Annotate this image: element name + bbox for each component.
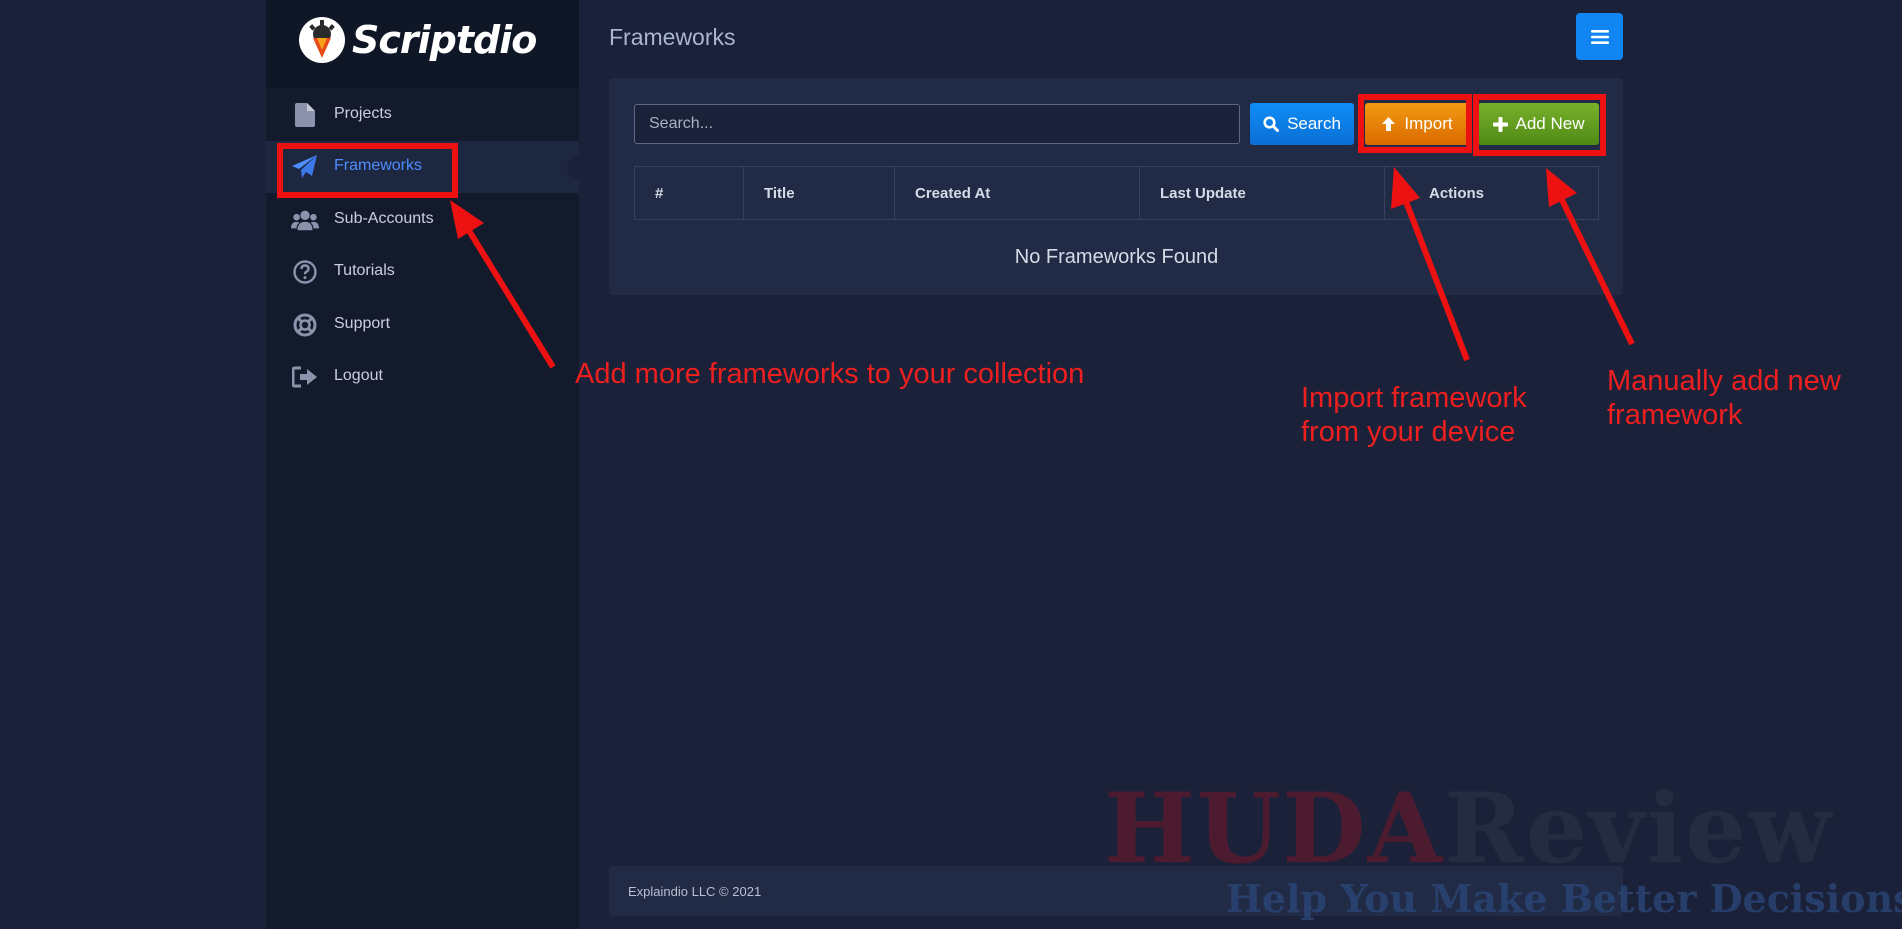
highlight-add-new: [1473, 94, 1606, 156]
search-icon: [1263, 116, 1280, 132]
annotation-add-line-2: framework: [1607, 399, 1743, 431]
highlight-frameworks: [277, 143, 458, 198]
users-icon: [291, 207, 319, 233]
file-icon: [291, 102, 319, 128]
sidebar-item-label: Tutorials: [334, 262, 395, 279]
menu-toggle-button[interactable]: [1576, 13, 1623, 60]
column-header-last-update[interactable]: Last Update: [1140, 167, 1385, 219]
annotation-add-note: Manually add new framework: [1607, 364, 1841, 432]
watermark-brand-part2: Review: [1444, 772, 1833, 885]
left-gutter: [0, 0, 266, 929]
annotation-add-line-1: Manually add new: [1607, 365, 1841, 397]
column-header-created-at[interactable]: Created At: [895, 167, 1140, 219]
table-header: # Title Created At Last Update Actions: [634, 166, 1599, 220]
annotation-sidebar-note: Add more frameworks to your collection: [575, 358, 1085, 390]
footer-copyright: Explaindio LLC © 2021: [628, 884, 762, 899]
brand-name: Scriptdio: [352, 18, 537, 62]
sidebar-item-sub-accounts[interactable]: Sub-Accounts: [266, 194, 579, 246]
sidebar-item-label: Sub-Accounts: [334, 210, 434, 227]
annotation-import-line-2: from your device: [1301, 416, 1516, 448]
watermark-brand-part1: HUDA: [1104, 772, 1445, 885]
search-button[interactable]: Search: [1250, 103, 1354, 145]
search-button-label: Search: [1287, 114, 1341, 133]
sidebar-item-label: Projects: [334, 105, 392, 122]
annotation-import-note: Import framework from your device: [1301, 381, 1527, 449]
scriptdio-logo-icon: [299, 17, 345, 63]
watermark-tagline: Help You Make Better Decisions: [1226, 876, 1902, 921]
search-input[interactable]: [634, 104, 1240, 144]
sidebar: Scriptdio Projects Frameworks Sub-Accoun…: [266, 0, 579, 929]
annotation-import-line-1: Import framework: [1301, 382, 1527, 414]
page-title: Frameworks: [609, 24, 736, 50]
column-header-number[interactable]: #: [635, 167, 744, 219]
brand-header: Scriptdio: [266, 0, 579, 88]
sidebar-item-tutorials[interactable]: Tutorials: [266, 246, 579, 298]
column-header-actions: Actions: [1429, 184, 1485, 202]
question-circle-icon: [291, 259, 319, 285]
life-ring-icon: [291, 312, 319, 338]
sidebar-item-support[interactable]: Support: [266, 299, 579, 351]
active-indicator: [567, 155, 579, 179]
empty-state-message: No Frameworks Found: [1014, 246, 1219, 268]
column-header-title[interactable]: Title: [744, 167, 895, 219]
watermark-brand: HUDAReview: [1104, 774, 1833, 884]
sidebar-item-logout[interactable]: Logout: [266, 351, 579, 403]
sidebar-item-projects[interactable]: Projects: [266, 89, 579, 141]
bars-icon: [1590, 29, 1609, 44]
sidebar-item-label: Logout: [334, 367, 383, 384]
highlight-import: [1358, 94, 1472, 153]
sidebar-item-label: Support: [334, 315, 391, 332]
sign-out-icon: [291, 364, 319, 390]
